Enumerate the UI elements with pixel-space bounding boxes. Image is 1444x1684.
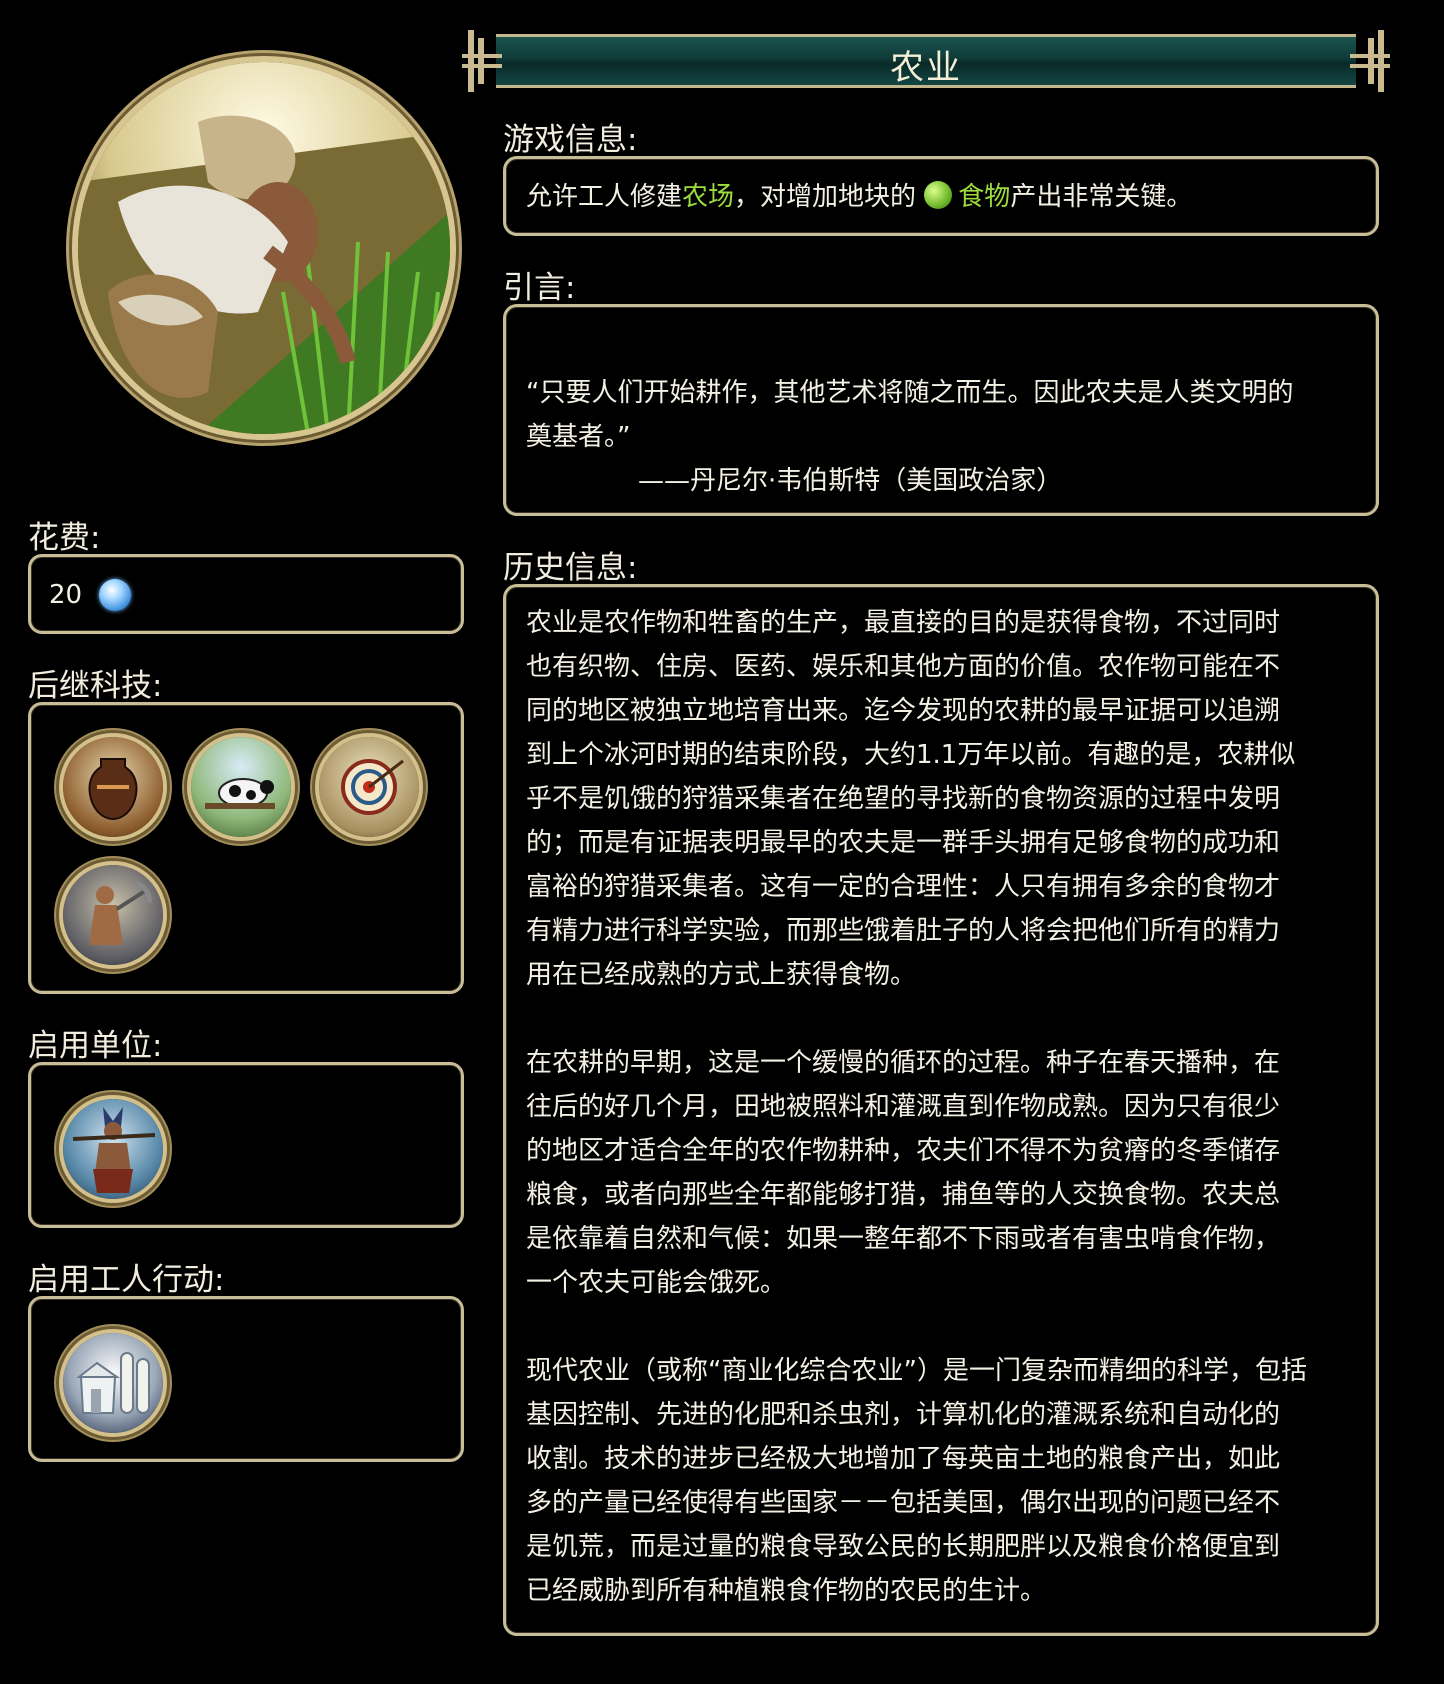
history-line: 用在已经成熟的方式上获得食物。 — [526, 960, 917, 990]
game-info-text-before: 允许工人修建 — [526, 182, 683, 212]
history-line: 收割。技术的进步已经极大地增加了每英亩土地的粮食产出，如此 — [526, 1444, 1281, 1474]
food-link[interactable]: 食物 — [958, 182, 1010, 212]
history-text: 农业是农作物和牲畜的生产，最直接的目的是获得食物，不过同时 也有织物、住房、医药… — [526, 601, 1366, 1613]
history-line: 是饥荒，而是过量的粮食导致公民的长期肥胖以及粮食价格便宜到 — [526, 1532, 1281, 1562]
title-banner: 农业 — [462, 28, 1390, 94]
game-info-label: 游戏信息: — [503, 122, 638, 158]
game-info-text-mid: ，对增加地块的 — [734, 182, 925, 212]
successors-box — [28, 702, 464, 994]
worker-actions-box — [28, 1296, 464, 1462]
farm-improvement-icon[interactable] — [63, 1333, 163, 1433]
units-label: 启用单位: — [28, 1028, 163, 1064]
page-title: 农业 — [890, 48, 962, 88]
history-line: 乎不是饥饿的狩猎采集者在绝望的寻找新的食物资源的过程中发明 — [526, 784, 1281, 814]
quote-label: 引言: — [503, 270, 576, 306]
quote-box: “只要人们开始耕作，其他艺术将随之而生。因此农夫是人类文明的 奠基者。” ——丹… — [503, 304, 1379, 516]
history-line: 农业是农作物和牲畜的生产，最直接的目的是获得食物，不过同时 — [526, 608, 1281, 638]
quote-attribution: ——丹尼尔·韦伯斯特（美国政治家） — [638, 466, 1063, 496]
history-line: 已经威胁到所有种植粮食作物的农民的生计。 — [526, 1576, 1047, 1606]
food-icon — [924, 181, 953, 209]
history-line: 的地区才适合全年的农作物耕种，农夫们不得不为贫瘠的冬季储存 — [526, 1136, 1281, 1166]
farm-link[interactable]: 农场 — [682, 182, 734, 212]
history-line: 现代农业（或称“商业化综合农业”）是一门复杂而精细的科学，包括 — [526, 1356, 1307, 1386]
history-line: 有精力进行科学实验，而那些饿着肚子的人将会把他们所有的精力 — [526, 916, 1281, 946]
game-info-text: 允许工人修建农场，对增加地块的 食物产出非常关键。 — [526, 175, 1192, 219]
farmer-illustration-icon — [78, 62, 450, 434]
history-label: 历史信息: — [503, 550, 638, 586]
worker-actions-label: 启用工人行动: — [28, 1262, 225, 1298]
history-line: 粮食，或者向那些全年都能够打猎，捕鱼等的人交换食物。农夫总 — [526, 1180, 1281, 1210]
successors-label: 后继科技: — [28, 668, 163, 704]
cost-box: 20 — [28, 554, 464, 634]
archery-tech-icon[interactable] — [319, 737, 419, 837]
history-line: 到上个冰河时期的结束阶段，大约1.1万年以前。有趣的是，农耕似 — [526, 740, 1296, 770]
game-info-text-after: 产出非常关键。 — [1010, 182, 1193, 212]
cost-value: 20 — [49, 580, 83, 610]
history-line: 是依靠着自然和气候：如果一整年都不下雨或者有害虫啃食作物， — [526, 1224, 1281, 1254]
history-line: 基因控制、先进的化肥和杀虫剂，计算机化的灌溉系统和自动化的 — [526, 1400, 1281, 1430]
history-line: 的；而是有证据表明最早的农夫是一群手头拥有足够食物的成功和 — [526, 828, 1281, 858]
mining-tech-icon[interactable] — [63, 865, 163, 965]
history-line: 多的产量已经使得有些国家－－包括美国，偶尔出现的问题已经不 — [526, 1488, 1281, 1518]
history-line: 一个农夫可能会饿死。 — [526, 1268, 787, 1298]
history-line: 也有织物、住房、医药、娱乐和其他方面的价值。农作物可能在不 — [526, 652, 1281, 682]
history-line: 往后的好几个月，田地被照料和灌溉直到作物成熟。因为只有很少 — [526, 1092, 1281, 1122]
game-info-box: 允许工人修建农场，对增加地块的 食物产出非常关键。 — [503, 156, 1379, 236]
quote-line-1: “只要人们开始耕作，其他艺术将随之而生。因此农夫是人类文明的 — [526, 378, 1294, 408]
history-paragraph-1: 农业是农作物和牲畜的生产，最直接的目的是获得食物，不过同时 也有织物、住房、医药… — [526, 601, 1366, 997]
animal-husbandry-tech-icon[interactable] — [191, 737, 291, 837]
history-box: 农业是农作物和牲畜的生产，最直接的目的是获得食物，不过同时 也有织物、住房、医药… — [503, 584, 1379, 1636]
science-icon — [99, 579, 131, 611]
cost-label: 花费: — [28, 520, 101, 556]
history-paragraph-3: 现代农业（或称“商业化综合农业”）是一门复杂而精细的科学，包括 基因控制、先进的… — [526, 1349, 1366, 1613]
history-line: 富裕的狩猎采集者。这有一定的合理性：人只有拥有多余的食物才 — [526, 872, 1281, 902]
history-line: 同的地区被独立地培育出来。迄今发现的农耕的最早证据可以追溯 — [526, 696, 1281, 726]
warrior-unit-icon[interactable] — [63, 1099, 163, 1199]
pottery-tech-icon[interactable] — [63, 737, 163, 837]
history-paragraph-2: 在农耕的早期，这是一个缓慢的循环的过程。种子在春天播种，在 往后的好几个月，田地… — [526, 1041, 1366, 1305]
quote-line-2: 奠基者。” — [526, 422, 631, 452]
agriculture-portrait — [78, 62, 450, 434]
history-line: 在农耕的早期，这是一个缓慢的循环的过程。种子在春天播种，在 — [526, 1048, 1281, 1078]
units-box — [28, 1062, 464, 1228]
